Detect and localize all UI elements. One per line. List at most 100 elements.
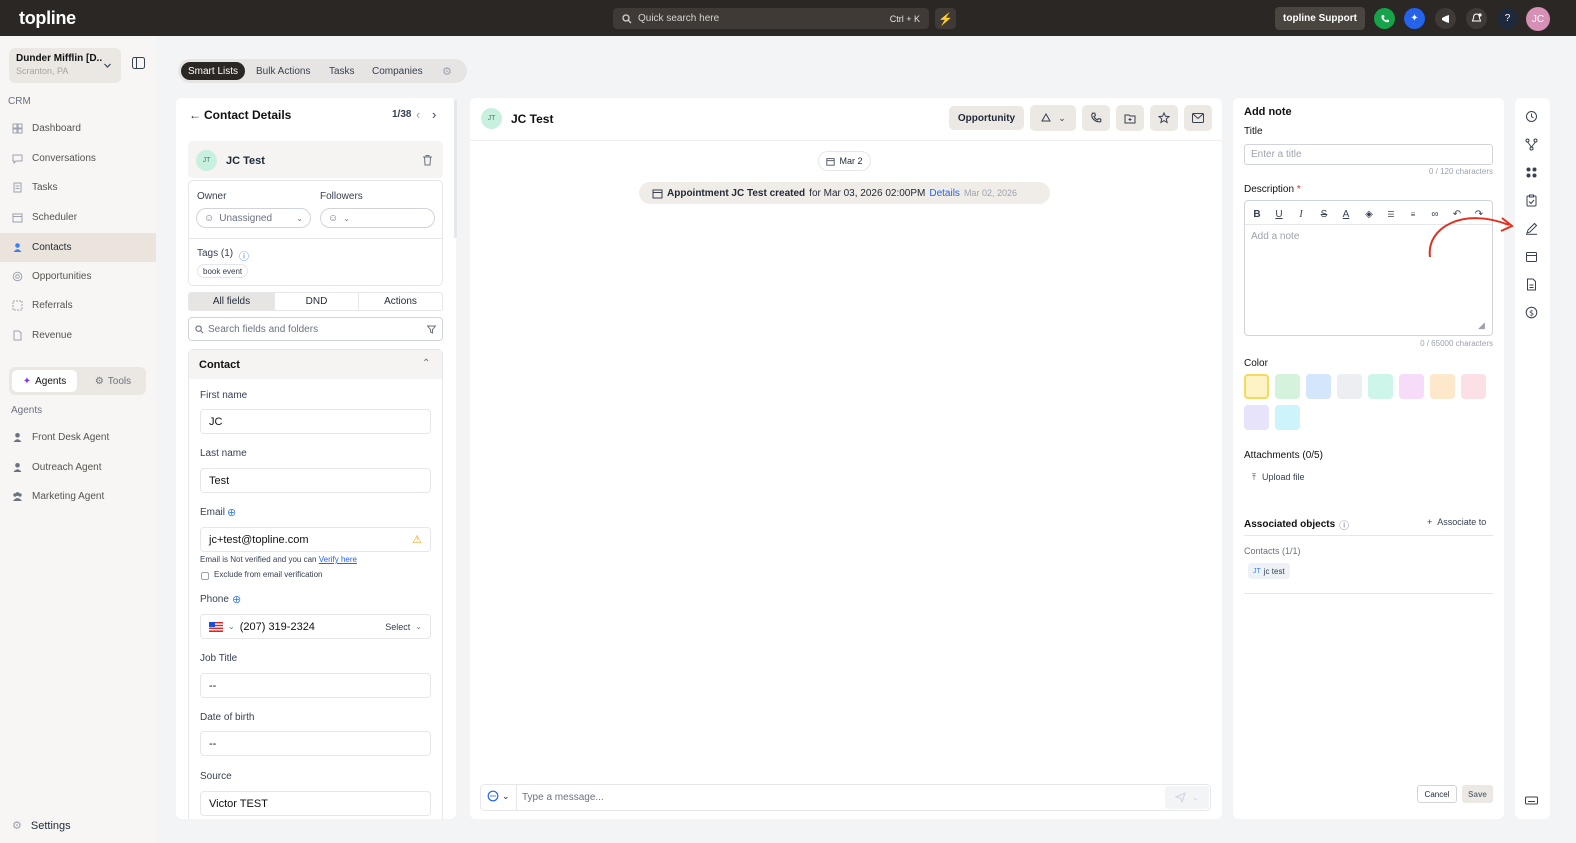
sidebar-item-settings[interactable]: ⚙ Settings <box>0 811 156 840</box>
star-button[interactable] <box>1150 105 1178 131</box>
bold-icon[interactable]: B <box>1250 207 1264 221</box>
quick-search-input[interactable]: Quick search here Ctrl + K <box>613 8 929 29</box>
info-icon[interactable]: ⓘ <box>1339 517 1349 532</box>
color-swatch[interactable] <box>1244 405 1269 430</box>
color-swatch[interactable] <box>1399 374 1424 399</box>
tab-bulk-actions[interactable]: Bulk Actions <box>249 62 317 80</box>
tab-companies[interactable]: Companies <box>365 62 430 80</box>
app-logo[interactable]: topline <box>19 8 76 29</box>
sidebar-item-dashboard[interactable]: Dashboard <box>0 114 156 143</box>
apps-icon[interactable] <box>1525 166 1538 179</box>
underline-icon[interactable]: U <box>1272 207 1286 221</box>
dollar-circle-icon[interactable]: $ <box>1525 306 1538 319</box>
agents-toggle-button[interactable]: ✦ Agents <box>12 370 77 392</box>
chevron-up-icon[interactable]: ⌃ <box>422 358 430 369</box>
color-swatch[interactable] <box>1430 374 1455 399</box>
tag-chip[interactable]: book event <box>197 264 249 278</box>
channel-select[interactable]: ⌄ <box>487 790 510 802</box>
tab-all-fields[interactable]: All fields <box>189 293 274 310</box>
gear-icon[interactable]: ⚙ <box>442 65 452 78</box>
tab-dnd[interactable]: DND <box>274 293 358 310</box>
exclude-checkbox[interactable] <box>201 572 209 580</box>
info-icon[interactable]: ⓘ <box>239 248 249 263</box>
keyboard-icon[interactable] <box>1525 794 1538 807</box>
sidebar-item-conversations[interactable]: Conversations <box>0 144 156 173</box>
back-arrow-icon[interactable]: ← <box>189 108 201 122</box>
color-swatch[interactable] <box>1368 374 1393 399</box>
message-input[interactable]: Type a message... <box>522 792 604 803</box>
send-button[interactable]: ⌄ <box>1165 786 1209 809</box>
phone-icon[interactable] <box>1374 8 1395 29</box>
sidebar-item-opportunities[interactable]: Opportunities <box>0 262 156 291</box>
source-field[interactable]: Victor TEST <box>200 791 431 816</box>
first-name-field[interactable]: JC <box>200 409 431 434</box>
tab-actions[interactable]: Actions <box>358 293 442 310</box>
last-name-field[interactable]: Test <box>200 468 431 493</box>
sidebar-item-revenue[interactable]: Revenue <box>0 321 156 350</box>
highlight-icon[interactable]: ◈ <box>1362 207 1376 221</box>
chevron-down-icon[interactable]: ⌄ <box>228 622 235 631</box>
tab-smart-lists[interactable]: Smart Lists <box>181 62 246 80</box>
sidebar-item-contacts[interactable]: Contacts <box>0 233 156 262</box>
text-color-icon[interactable]: A <box>1339 207 1353 221</box>
chevron-left-icon[interactable]: ‹ <box>416 107 420 122</box>
workflow-icon[interactable] <box>1525 138 1538 151</box>
contact-panel-scrollbar[interactable] <box>454 100 457 238</box>
file-text-icon[interactable] <box>1525 278 1538 291</box>
note-title-input[interactable]: Enter a title <box>1244 144 1493 165</box>
dob-field[interactable]: -- <box>200 731 431 756</box>
search-fields-input[interactable]: Search fields and folders <box>188 317 443 341</box>
phone-field[interactable]: ⌄ (207) 319-2324 Select ⌄ <box>200 614 431 639</box>
folder-button[interactable] <box>1116 105 1144 131</box>
opportunity-button[interactable]: Opportunity <box>949 106 1024 130</box>
collapse-sidebar-icon[interactable] <box>132 57 145 69</box>
save-button[interactable]: Save <box>1462 785 1493 803</box>
support-button[interactable]: topline Support <box>1275 7 1365 30</box>
us-flag-icon[interactable] <box>209 621 223 632</box>
color-swatch[interactable] <box>1306 374 1331 399</box>
numbered-list-icon[interactable]: ≡ <box>1406 207 1420 221</box>
owner-select[interactable]: ☺ Unassigned ⌄ <box>196 208 311 228</box>
associated-contact-chip[interactable]: JT jc test <box>1248 563 1290 579</box>
color-swatch[interactable] <box>1461 374 1486 399</box>
cancel-button[interactable]: Cancel <box>1417 785 1457 803</box>
email-button[interactable] <box>1184 105 1212 131</box>
sidebar-item-referrals[interactable]: Referrals <box>0 291 156 320</box>
tools-toggle-button[interactable]: ⚙ Tools <box>83 370 143 392</box>
history-icon[interactable] <box>1525 110 1538 123</box>
agent-marketing[interactable]: Marketing Agent <box>0 482 156 511</box>
tab-tasks[interactable]: Tasks <box>322 62 362 80</box>
bullet-list-icon[interactable]: ☰ <box>1384 207 1398 221</box>
calendar-icon[interactable] <box>1525 250 1538 263</box>
filter-icon[interactable] <box>427 325 436 334</box>
help-icon[interactable]: ? <box>1497 8 1518 29</box>
upload-file-button[interactable]: ⤒ Upload file <box>1252 472 1305 483</box>
associate-to-button[interactable]: + Associate to <box>1427 517 1486 527</box>
italic-icon[interactable]: I <box>1294 207 1308 221</box>
color-swatch[interactable] <box>1275 374 1300 399</box>
automation-dropdown[interactable]: ⌄ <box>1030 105 1076 131</box>
event-details-link[interactable]: Details <box>929 188 960 199</box>
followers-select[interactable]: ☺ ⌄ <box>320 208 435 228</box>
color-swatch[interactable] <box>1275 405 1300 430</box>
user-avatar[interactable]: JC <box>1526 7 1550 31</box>
clipboard-check-icon[interactable] <box>1525 194 1538 207</box>
resize-handle-icon[interactable]: ◢ <box>1478 320 1485 331</box>
agent-outreach[interactable]: Outreach Agent <box>0 453 156 482</box>
add-phone-icon[interactable]: ⊕ <box>232 593 241 606</box>
megaphone-icon[interactable] <box>1435 8 1456 29</box>
sidebar-item-scheduler[interactable]: Scheduler <box>0 203 156 232</box>
email-field[interactable]: jc+test@topline.com ⚠ <box>200 527 431 552</box>
sidebar-item-tasks[interactable]: Tasks <box>0 173 156 202</box>
job-title-field[interactable]: -- <box>200 673 431 698</box>
call-button[interactable] <box>1082 105 1110 131</box>
add-email-icon[interactable]: ⊕ <box>227 506 236 519</box>
verify-link[interactable]: Verify here <box>319 555 357 564</box>
strikethrough-icon[interactable]: S <box>1317 207 1331 221</box>
agent-front-desk[interactable]: Front Desk Agent <box>0 423 156 452</box>
color-swatch[interactable] <box>1337 374 1362 399</box>
chevron-right-icon[interactable]: › <box>432 107 436 122</box>
chevron-down-icon[interactable] <box>103 61 112 70</box>
sparkle-icon[interactable]: ✦ <box>1404 8 1425 29</box>
color-swatch[interactable] <box>1244 374 1269 399</box>
